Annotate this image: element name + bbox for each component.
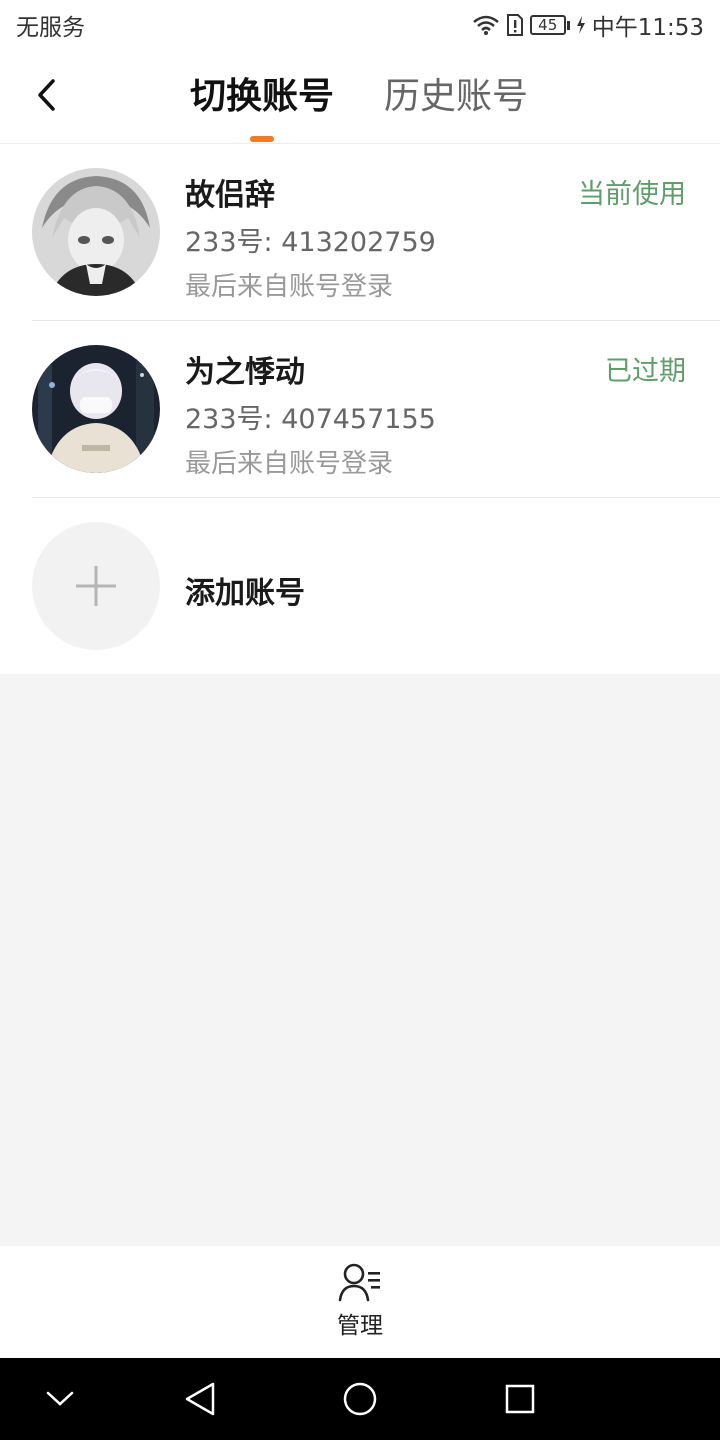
clock-text: 中午11:53 xyxy=(591,15,704,41)
account-source: 最后来自账号登录 xyxy=(185,272,394,302)
account-source: 最后来自账号登录 xyxy=(185,449,394,479)
user-list-icon xyxy=(338,1263,380,1302)
system-nav-bar xyxy=(0,1358,720,1440)
account-name: 为之悸动 xyxy=(185,355,305,390)
tab-indicator xyxy=(250,136,274,142)
account-item-1[interactable]: 故侣辞 233号: 413202759 最后来自账号登录 当前使用 xyxy=(0,144,720,321)
add-account-label: 添加账号 xyxy=(185,576,305,611)
battery-cap xyxy=(566,20,570,30)
bottom-toolbar: 管理 xyxy=(0,1246,720,1358)
avatar xyxy=(32,345,160,473)
nav-collapse-button[interactable] xyxy=(35,1374,85,1424)
charging-icon xyxy=(576,16,586,34)
tab-switch-account[interactable]: 切换账号 xyxy=(190,72,334,122)
manage-label: 管理 xyxy=(337,1313,383,1339)
account-name: 故侣辞 xyxy=(185,178,275,213)
account-uid: 233号: 407457155 xyxy=(185,404,436,435)
status-badge: 当前使用 xyxy=(578,179,686,210)
status-bar: 无服务 45 中午11:53 xyxy=(0,0,720,50)
triangle-back-icon xyxy=(185,1382,215,1416)
status-badge: 已过期 xyxy=(605,356,686,387)
tab-history-account[interactable]: 历史账号 xyxy=(384,72,528,122)
circle-home-icon xyxy=(343,1382,377,1416)
account-item-2[interactable]: 为之悸动 233号: 407457155 最后来自账号登录 已过期 xyxy=(0,321,720,498)
sim-alert-icon xyxy=(506,14,524,36)
manage-button[interactable]: 管理 xyxy=(320,1262,400,1348)
nav-home-button[interactable] xyxy=(335,1374,385,1424)
carrier-text: 无服务 xyxy=(16,15,85,41)
account-list: 故侣辞 233号: 413202759 最后来自账号登录 当前使用 为之悸动 2… xyxy=(0,144,720,674)
wifi-icon xyxy=(472,14,500,36)
account-uid: 233号: 413202759 xyxy=(185,227,436,258)
back-button[interactable] xyxy=(24,72,70,118)
add-account-button[interactable]: 添加账号 xyxy=(0,498,720,675)
nav-back-button[interactable] xyxy=(175,1374,225,1424)
status-icons: 45 中午11:53 xyxy=(472,8,704,42)
nav-recents-button[interactable] xyxy=(495,1374,545,1424)
battery-icon: 45 xyxy=(529,15,566,35)
add-avatar xyxy=(32,522,160,650)
chevron-down-icon xyxy=(46,1391,74,1406)
chevron-left-icon xyxy=(38,79,55,111)
square-recents-icon xyxy=(505,1384,535,1414)
header: 切换账号 历史账号 xyxy=(0,50,720,144)
avatar xyxy=(32,168,160,296)
plus-icon xyxy=(76,566,116,606)
